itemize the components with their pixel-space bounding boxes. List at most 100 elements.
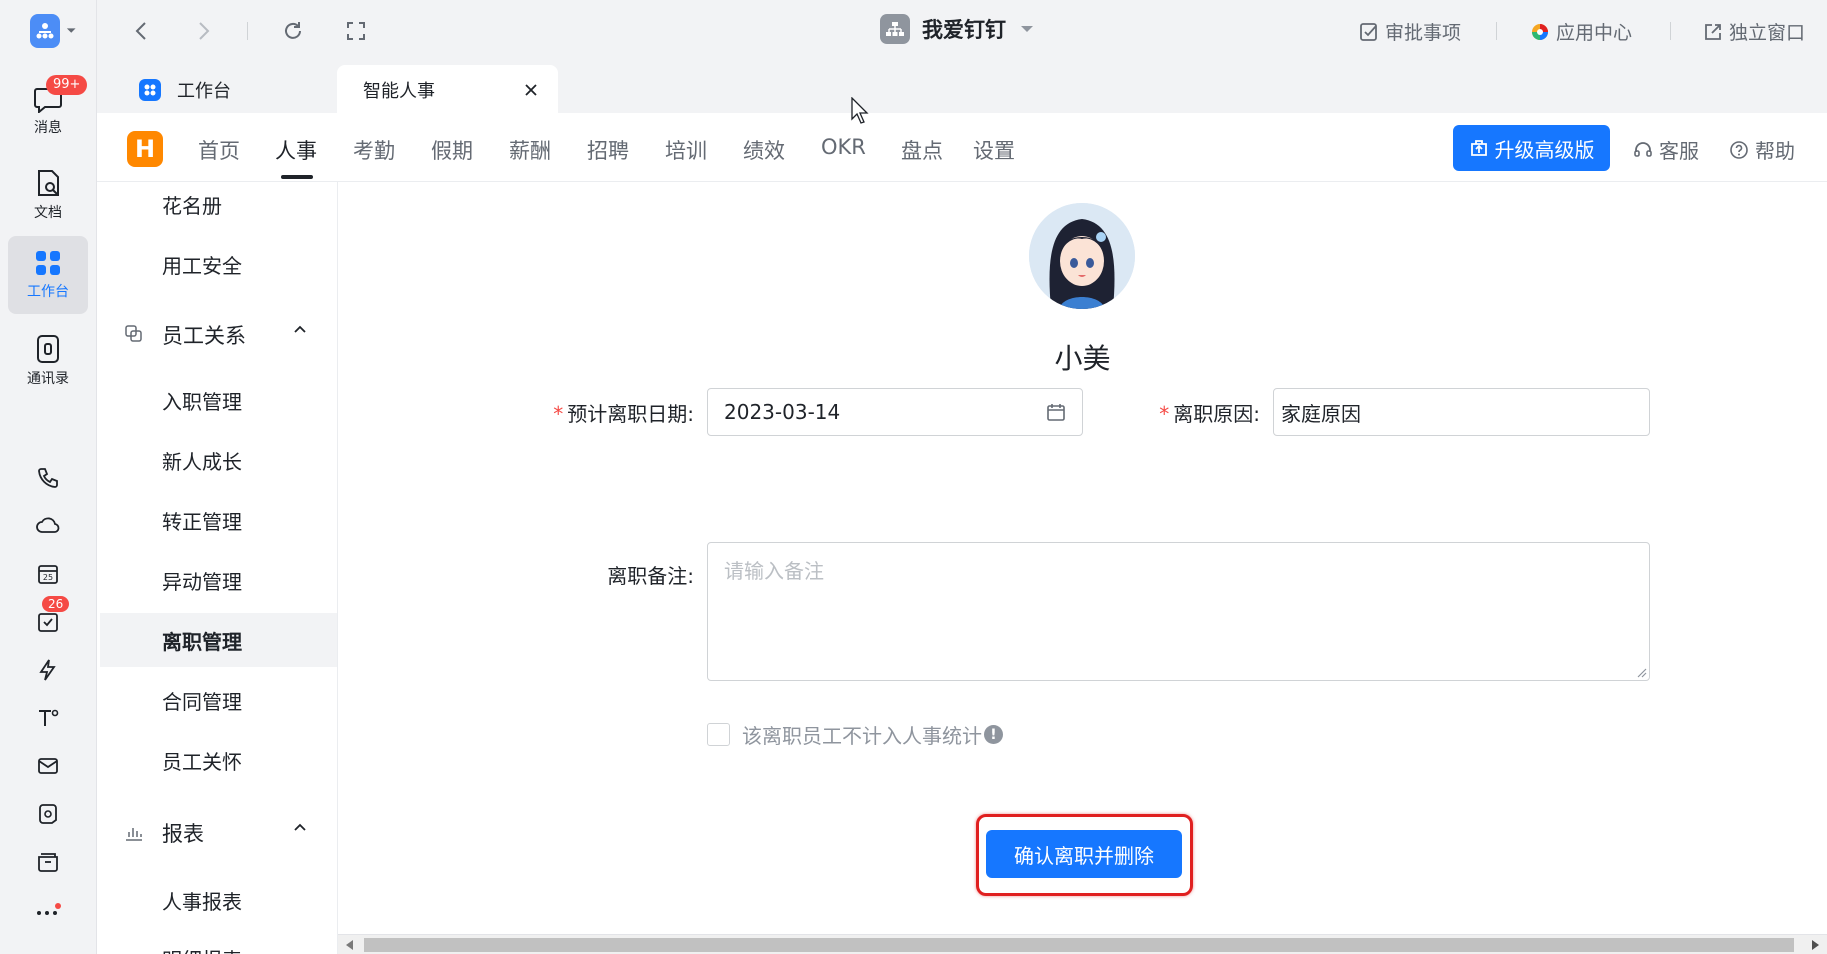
messages-badge: 99+ [46, 75, 88, 95]
sidebar-item-transfer[interactable]: 异动管理 [162, 566, 242, 595]
mail-icon[interactable] [34, 752, 62, 780]
nav-hr[interactable]: 人事 [275, 135, 317, 165]
upgrade-label: 升级高级版 [1494, 137, 1595, 162]
upgrade-button[interactable]: 升级高级版 [1453, 125, 1610, 171]
nav-payroll[interactable]: 薪酬 [509, 135, 551, 165]
rail-contacts[interactable]: 通讯录 [8, 322, 88, 400]
confirm-resign-delete-button[interactable]: 确认离职并删除 [986, 830, 1182, 878]
rail-messages[interactable]: 消息 99+ [8, 72, 88, 150]
scrollbar-thumb[interactable] [364, 938, 1794, 952]
chevron-up-icon [294, 325, 306, 333]
standalone-window-button[interactable]: 独立窗口 [1703, 18, 1805, 45]
smart-hr-logo: H [127, 131, 163, 167]
nav-settings[interactable]: 设置 [973, 135, 1015, 165]
leave-date-picker[interactable]: 2023-03-14 [707, 388, 1083, 436]
svg-text:25: 25 [43, 573, 53, 582]
nav-leave[interactable]: 假期 [431, 135, 473, 165]
employee-avatar [1029, 203, 1135, 309]
sidebar-item-resignation[interactable]: 离职管理 [162, 626, 242, 655]
nav-okr[interactable]: OKR [821, 135, 866, 159]
sidebar-group-relations-label: 员工关系 [162, 324, 246, 348]
resignation-form: 小美 * 预计离职日期: 2023-03-14 * 离职原因: 家庭原因 离职备注:… [338, 182, 1827, 934]
sidebar-item-hr-report[interactable]: 人事报表 [162, 886, 242, 915]
scroll-left-icon[interactable] [344, 939, 356, 951]
tab-workbench-label: 工作台 [177, 81, 231, 102]
sidebar-item-roster[interactable]: 花名册 [162, 190, 222, 219]
rail-workbench-label: 工作台 [27, 284, 69, 300]
info-icon[interactable]: ! [984, 725, 1003, 744]
exclude-stats-label: 该离职员工不计入人事统计 ! [742, 720, 1003, 749]
nav-performance[interactable]: 绩效 [743, 135, 785, 165]
sidebar-group-relations[interactable]: 员工关系 [97, 320, 337, 350]
cloud-icon[interactable] [34, 512, 62, 540]
lightning-icon[interactable] [34, 656, 62, 684]
nav-training[interactable]: 培训 [665, 135, 707, 165]
mouse-cursor-icon [851, 97, 869, 124]
chevron-left-icon [135, 22, 146, 40]
window-title-text: 我爱钉钉 [922, 18, 1006, 42]
org-switcher[interactable] [30, 14, 76, 48]
nav-home[interactable]: 首页 [198, 135, 240, 165]
folder-icon[interactable] [34, 848, 62, 876]
support-label: 客服 [1659, 139, 1699, 163]
relations-icon [125, 325, 142, 342]
todo-badge: 26 [42, 596, 70, 612]
leave-date-label-text: 预计离职日期: [567, 402, 694, 426]
headset-icon [1634, 141, 1652, 157]
help-button[interactable]: 帮助 [1729, 135, 1795, 164]
tab-smart-hr[interactable]: 智能人事 [337, 65, 558, 115]
horizontal-scrollbar[interactable] [338, 934, 1827, 954]
chevron-down-icon [66, 28, 76, 33]
phone-icon[interactable] [34, 464, 62, 492]
resize-handle-icon[interactable] [1635, 666, 1647, 678]
caret-down-icon [1021, 26, 1033, 32]
remark-label: 离职备注: [607, 564, 694, 588]
sidebar-item-growth[interactable]: 新人成长 [162, 446, 242, 475]
sidebar-group-reports[interactable]: 报表 [97, 818, 337, 848]
calendar-icon[interactable] [1046, 402, 1066, 422]
external-window-icon [1705, 23, 1721, 40]
refresh-button[interactable] [279, 17, 307, 45]
fullscreen-button[interactable] [342, 17, 370, 45]
leave-reason-field[interactable]: 家庭原因 [1273, 388, 1650, 436]
exclude-stats-checkbox[interactable] [707, 723, 730, 746]
remark-placeholder: 请输入备注 [724, 559, 824, 583]
approvals-button[interactable]: 审批事项 [1359, 18, 1461, 45]
rail-workbench[interactable]: 工作台 [8, 236, 88, 314]
grid-icon [36, 251, 60, 275]
text-format-icon[interactable] [34, 704, 62, 732]
app-center-button[interactable]: 应用中心 [1530, 18, 1632, 45]
fullscreen-icon [347, 22, 365, 40]
nav-inventory[interactable]: 盘点 [901, 135, 943, 165]
sidebar-item-safety[interactable]: 用工安全 [162, 250, 242, 279]
support-button[interactable]: 客服 [1633, 135, 1699, 164]
document-icon [38, 170, 59, 196]
help-label: 帮助 [1755, 139, 1795, 163]
nav-attendance[interactable]: 考勤 [353, 135, 395, 165]
sidebar-item-regularization[interactable]: 转正管理 [162, 506, 242, 535]
bar-chart-icon [126, 828, 142, 841]
workbench-tab-icon [139, 79, 161, 101]
scroll-right-icon[interactable] [1809, 939, 1821, 951]
remark-textarea[interactable]: 请输入备注 [707, 542, 1650, 681]
sidebar-item-detail-report[interactable]: 明细报表 [162, 944, 242, 954]
back-button[interactable] [127, 17, 155, 45]
nav-recruitment[interactable]: 招聘 [587, 135, 629, 165]
rail-messages-label: 消息 [34, 120, 62, 136]
window-title[interactable]: 我爱钉钉 [880, 14, 1034, 44]
tab-workbench[interactable]: 工作台 [139, 65, 319, 115]
contacts-icon [37, 335, 59, 363]
sidebar-item-onboarding[interactable]: 入职管理 [162, 386, 242, 415]
sidebar-group-reports-label: 报表 [162, 822, 204, 846]
toolbar-divider [1496, 22, 1497, 40]
notes-icon[interactable] [34, 800, 62, 828]
forward-button[interactable] [190, 17, 218, 45]
close-icon[interactable] [524, 83, 538, 97]
module-nav: H 首页 人事 考勤 假期 薪酬 招聘 培训 绩效 OKR 盘点 设置 升级高级… [97, 113, 1827, 182]
more-icon[interactable] [34, 896, 62, 924]
sidebar-item-contract[interactable]: 合同管理 [162, 686, 242, 715]
calendar-icon[interactable]: 25 [34, 560, 62, 588]
rail-docs[interactable]: 文档 [8, 156, 88, 234]
sidebar-item-care[interactable]: 员工关怀 [162, 746, 242, 775]
todo-icon[interactable]: 26 [34, 596, 70, 636]
